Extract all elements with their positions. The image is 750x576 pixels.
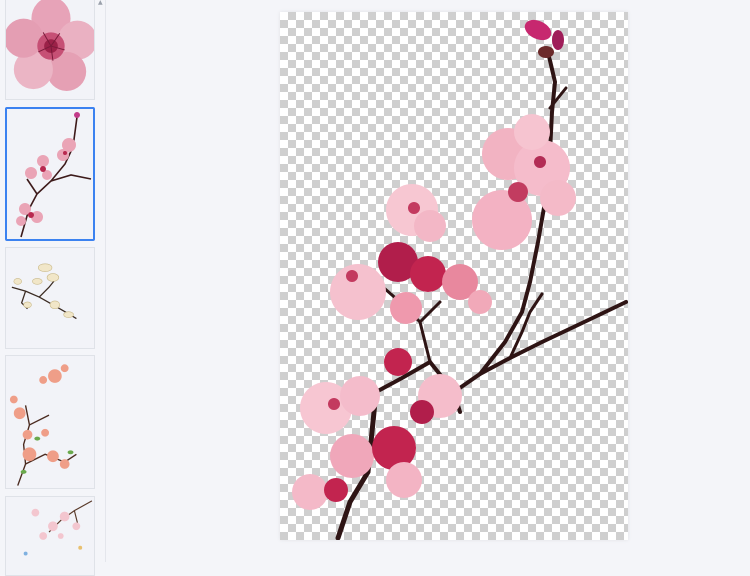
thumbnail-item-3[interactable] [5,247,95,349]
thumbnail-item-4[interactable] [5,355,95,489]
thumbnail-item-5[interactable] [5,496,95,576]
peach-blossom-branch-icon [9,364,77,486]
chevron-up-icon[interactable]: ▲ [98,0,104,6]
pink-blossom-branch-icon [16,112,92,238]
thumbnail-item-2[interactable] [5,107,95,241]
pink-blossom-closeup-icon [6,0,94,92]
image-preview-canvas[interactable] [280,12,628,540]
thumbnail-item-1[interactable] [5,0,95,100]
thumbnail-sidebar: ▲ [0,0,106,576]
pink-blossom-branch-icon [292,19,628,540]
white-magnolia-branch-icon [11,263,77,320]
cherry-blossom-sprig-icon [23,500,93,556]
